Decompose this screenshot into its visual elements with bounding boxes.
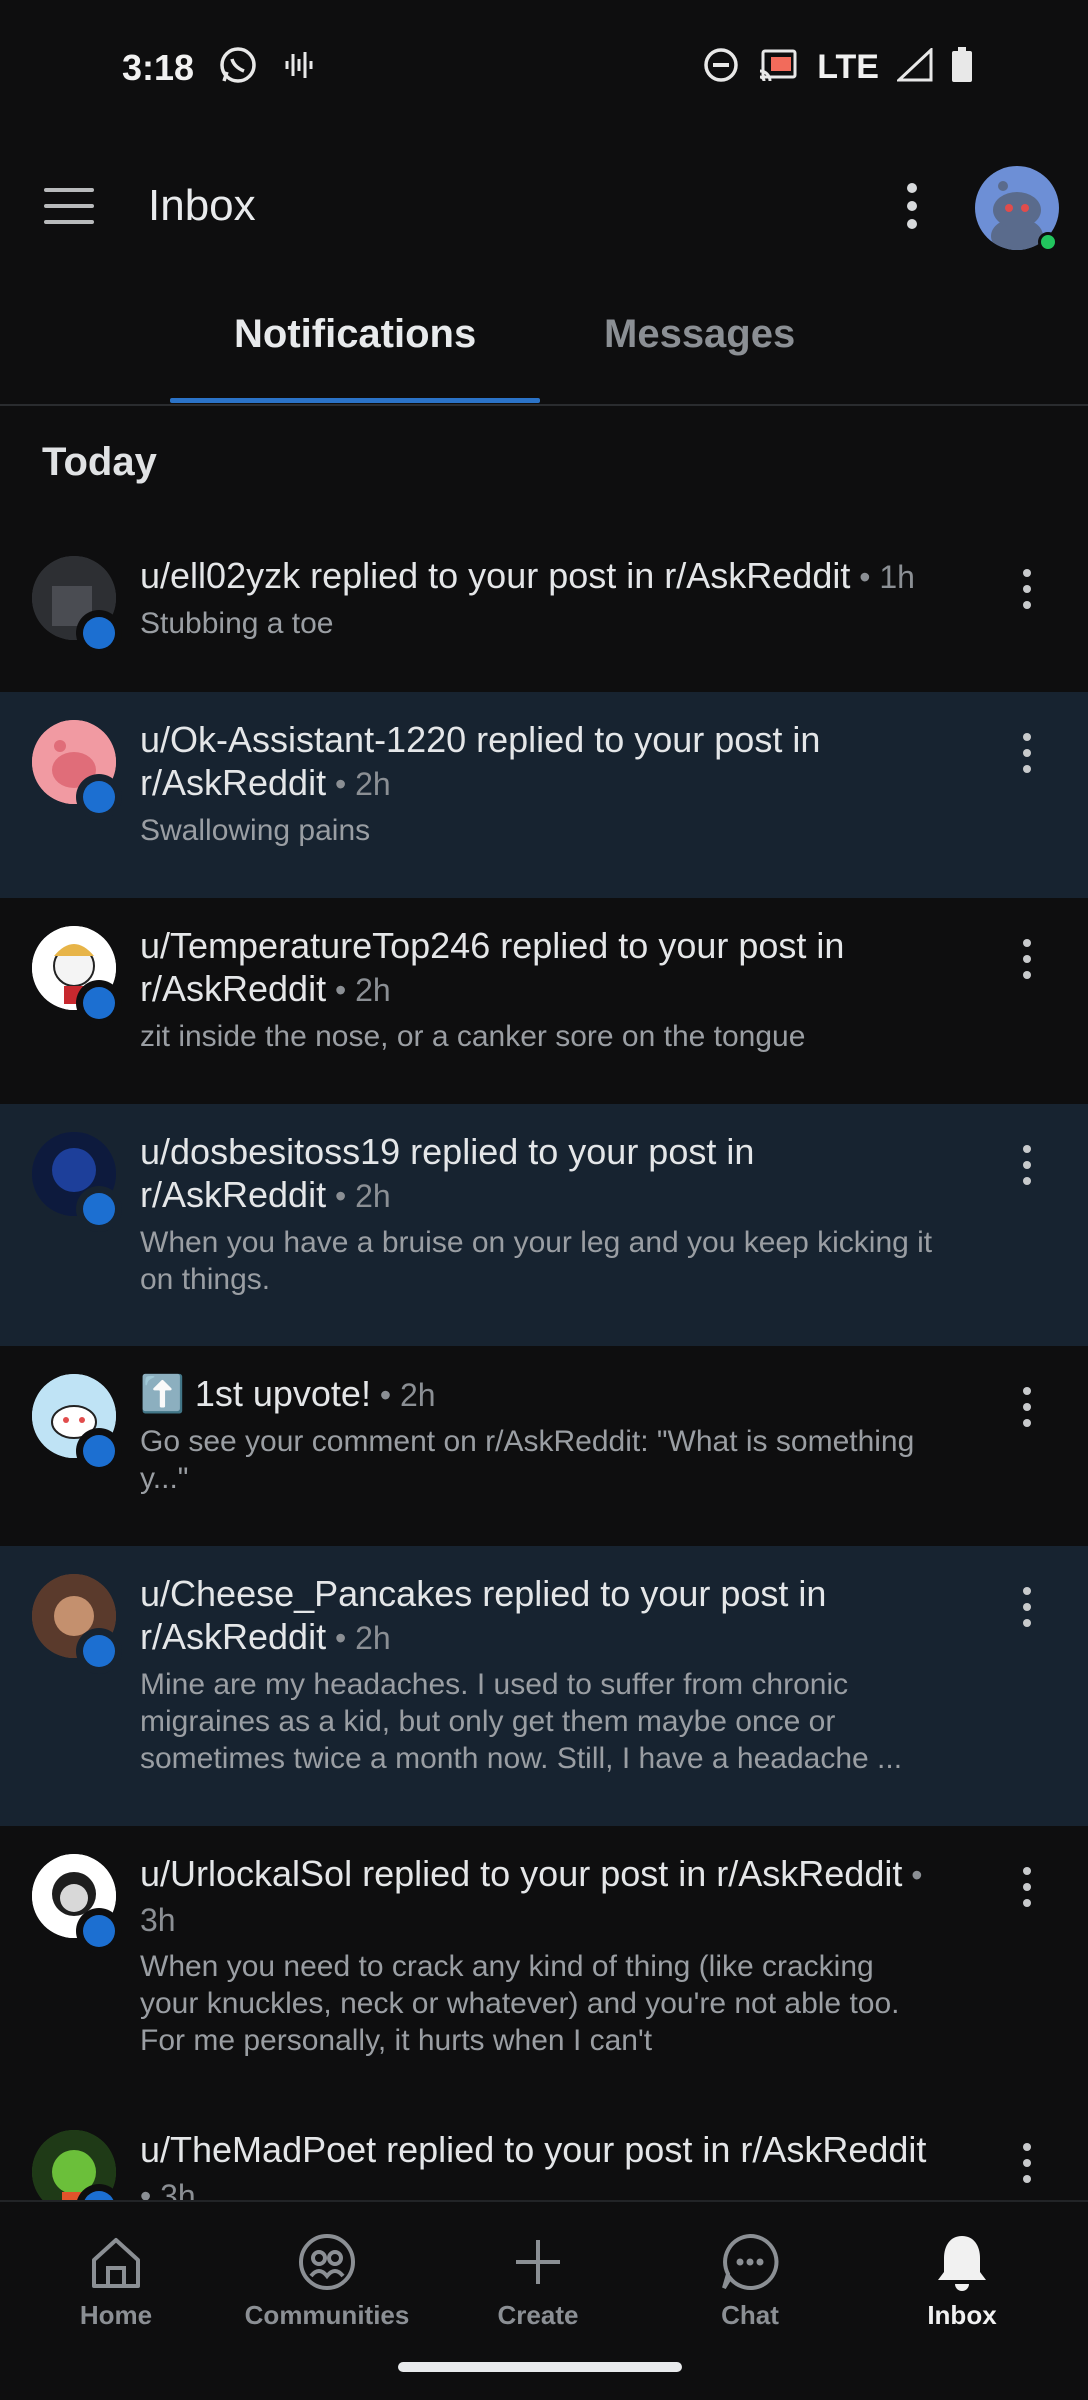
nav-label: Inbox bbox=[927, 2300, 997, 2330]
bell-icon bbox=[938, 2236, 986, 2291]
comment-icon bbox=[83, 781, 115, 813]
home-indicator[interactable] bbox=[398, 2362, 682, 2372]
notification-snippet: When you have a bruise on your leg and y… bbox=[140, 1226, 933, 1296]
notification-item[interactable]: u/Cheese_Pancakes replied to your post i… bbox=[0, 1546, 1088, 1826]
cast-icon bbox=[757, 47, 799, 88]
notification-time: • 1h bbox=[850, 559, 915, 595]
nav-home[interactable]: Home bbox=[26, 2230, 206, 2331]
upvote-icon bbox=[83, 1435, 115, 1467]
notification-time: • 2h bbox=[370, 1377, 436, 1413]
tab-messages[interactable]: Messages bbox=[604, 312, 795, 357]
kebab-icon[interactable] bbox=[1012, 728, 1042, 778]
reply-badge bbox=[76, 1628, 122, 1674]
upvote-badge bbox=[76, 1428, 122, 1474]
nav-label: Communities bbox=[244, 2300, 410, 2330]
hamburger-icon bbox=[44, 188, 94, 192]
nav-label: Create bbox=[497, 2300, 579, 2330]
notification-time: • 2h bbox=[326, 766, 391, 802]
notification-time: • 2h bbox=[326, 1178, 391, 1214]
notification-title: u/Cheese_Pancakes replied to your post i… bbox=[140, 1573, 827, 1657]
menu-button[interactable] bbox=[44, 176, 104, 236]
reply-badge bbox=[76, 610, 122, 656]
active-tab-indicator bbox=[170, 398, 540, 403]
notification-snippet: Stubbing a toe bbox=[140, 607, 334, 640]
communities-icon bbox=[299, 2234, 355, 2290]
notification-item[interactable]: u/TemperatureTop246 replied to your post… bbox=[0, 898, 1088, 1104]
app-header: Inbox bbox=[0, 150, 1088, 262]
status-bar: 3:18 LTE bbox=[0, 0, 1088, 135]
signal-icon bbox=[895, 46, 933, 87]
tab-notifications[interactable]: Notifications bbox=[234, 312, 476, 357]
nav-communities[interactable]: Communities bbox=[237, 2230, 417, 2331]
notification-item[interactable]: u/TheMadPoet replied to your post in r/A… bbox=[0, 2102, 1088, 2200]
nav-chat[interactable]: Chat bbox=[660, 2230, 840, 2331]
kebab-icon[interactable] bbox=[1012, 1140, 1042, 1190]
kebab-icon bbox=[907, 183, 917, 229]
notification-item[interactable]: u/UrlockalSol replied to your post in r/… bbox=[0, 1826, 1088, 2102]
nav-label: Chat bbox=[721, 2300, 779, 2330]
soundwave-icon bbox=[282, 48, 316, 87]
status-time: 3:18 bbox=[122, 46, 195, 88]
notification-item[interactable]: u/dosbesitoss19 replied to your post in … bbox=[0, 1104, 1088, 1346]
kebab-icon[interactable] bbox=[1012, 1582, 1042, 1632]
notification-list[interactable]: u/ell02yzk replied to your post in r/Ask… bbox=[0, 528, 1088, 2200]
home-icon bbox=[92, 2238, 140, 2288]
comment-icon bbox=[83, 1193, 115, 1225]
notification-title: u/UrlockalSol replied to your post in r/… bbox=[140, 1853, 903, 1894]
reply-badge bbox=[76, 774, 122, 820]
plus-icon bbox=[516, 2240, 560, 2284]
notification-snippet: Swallowing pains bbox=[140, 814, 371, 847]
comment-icon bbox=[83, 2191, 115, 2200]
comment-icon bbox=[83, 987, 115, 1019]
comment-icon bbox=[83, 1915, 115, 1947]
kebab-icon[interactable] bbox=[1012, 1862, 1042, 1912]
notification-item[interactable]: ⬆️ 1st upvote! • 2h Go see your comment … bbox=[0, 1346, 1088, 1546]
inbox-tabs: Notifications Messages bbox=[0, 290, 1088, 406]
nav-label: Home bbox=[79, 2300, 153, 2330]
notification-time: • 3h bbox=[140, 2178, 196, 2200]
notification-title: u/ell02yzk replied to your post in r/Ask… bbox=[140, 555, 851, 596]
chat-icon bbox=[722, 2233, 779, 2290]
notification-item[interactable]: u/ell02yzk replied to your post in r/Ask… bbox=[0, 528, 1088, 692]
comment-icon bbox=[83, 1635, 115, 1667]
online-status-dot bbox=[1038, 232, 1058, 252]
notification-title: ⬆️ 1st upvote! bbox=[140, 1373, 371, 1414]
reply-badge bbox=[76, 1908, 122, 1954]
notification-title: u/TheMadPoet replied to your post in r/A… bbox=[140, 2129, 927, 2170]
reply-badge bbox=[76, 1186, 122, 1232]
notification-snippet: Go see your comment on r/AskReddit: "Wha… bbox=[140, 1425, 915, 1495]
comment-icon bbox=[83, 617, 115, 649]
notification-time: • 2h bbox=[326, 972, 391, 1008]
network-type: LTE bbox=[817, 48, 879, 86]
nav-inbox[interactable]: Inbox bbox=[872, 2230, 1052, 2331]
notification-title: u/Ok-Assistant-1220 replied to your post… bbox=[140, 719, 821, 803]
notification-time: • 2h bbox=[326, 1620, 391, 1656]
notification-snippet: zit inside the nose, or a canker sore on… bbox=[140, 1020, 806, 1053]
page-title: Inbox bbox=[148, 181, 256, 230]
notification-snippet: Mine are my headaches. I used to suffer … bbox=[140, 1668, 903, 1775]
reply-badge bbox=[76, 980, 122, 1026]
do-not-disturb-icon bbox=[703, 47, 739, 88]
battery-icon bbox=[951, 47, 973, 88]
notification-item[interactable]: u/Ok-Assistant-1220 replied to your post… bbox=[0, 692, 1088, 898]
notification-snippet: When you need to crack any kind of thing… bbox=[140, 1950, 900, 2057]
notification-title: u/TemperatureTop246 replied to your post… bbox=[140, 925, 845, 1009]
section-header-today: Today bbox=[42, 440, 157, 484]
kebab-icon[interactable] bbox=[1012, 1382, 1042, 1432]
kebab-icon[interactable] bbox=[1012, 2138, 1042, 2188]
nav-create[interactable]: Create bbox=[448, 2230, 628, 2331]
more-options-button[interactable] bbox=[890, 176, 934, 236]
kebab-icon[interactable] bbox=[1012, 564, 1042, 614]
notification-title: u/dosbesitoss19 replied to your post in … bbox=[140, 1131, 755, 1215]
whatsapp-icon bbox=[218, 45, 258, 90]
kebab-icon[interactable] bbox=[1012, 934, 1042, 984]
